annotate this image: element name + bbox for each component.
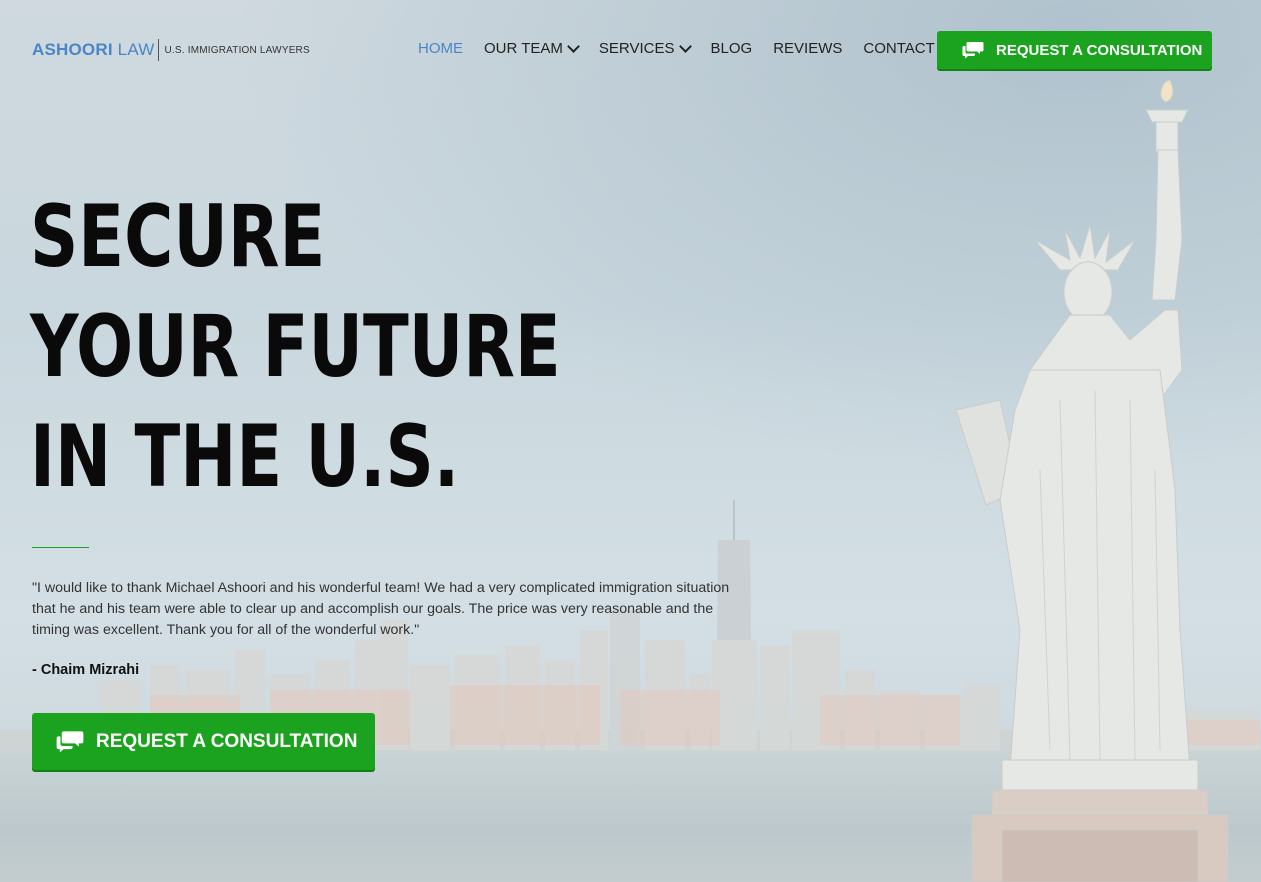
header-request-consultation-button[interactable]: REQUEST A CONSULTATION [937, 31, 1212, 69]
hero-cta-label: REQUEST A CONSULTATION [96, 730, 358, 752]
headline-line: IN THE U.S. [30, 407, 460, 507]
hero-headline: SECURE YOUR FUTURE IN THE U.S. [30, 182, 561, 512]
nav-item-label: CONTACT [863, 40, 935, 57]
chevron-down-icon [678, 40, 692, 53]
page: ASHOORI LAW U.S. IMMIGRATION LAWYERS HOM… [0, 0, 1261, 882]
logo-divider [158, 39, 160, 61]
nav-item-reviews[interactable]: REVIEWS [773, 40, 842, 57]
testimonial-author: - Chaim Mizrahi [32, 662, 140, 678]
testimonial-quote: "I would like to thank Michael Ashoori a… [32, 580, 730, 638]
nav-item-our-team[interactable]: OUR TEAM [484, 40, 580, 57]
chevron-down-icon [567, 40, 580, 53]
nav-item-home[interactable]: HOME [418, 40, 463, 57]
nav-item-label: SERVICES [598, 40, 675, 57]
nav-item-label: REVIEWS [773, 40, 843, 57]
nav-item-label: BLOG [710, 40, 753, 57]
chat-bubbles-icon [962, 41, 984, 59]
nav-item-contact[interactable]: CONTACT [863, 40, 934, 57]
nav-item-services[interactable]: SERVICES [598, 40, 692, 57]
chat-bubbles-icon [56, 730, 84, 753]
nav-item-blog[interactable]: BLOG [711, 40, 753, 57]
divider [32, 547, 89, 548]
hero-request-consultation-button[interactable]: REQUEST A CONSULTATION [32, 713, 375, 770]
header-cta-label: REQUEST A CONSULTATION [996, 41, 1203, 59]
statue-of-liberty-image [955, 79, 1229, 882]
nav-item-label: OUR TEAM [484, 40, 563, 57]
logo-tagline: U.S. IMMIGRATION LAWYERS [164, 44, 310, 56]
main-nav: HOME OUR TEAM SERVICES BLOG REVIEWS CONT… [418, 40, 956, 57]
headline-line: YOUR FUTURE [30, 297, 561, 397]
headline-line: SECURE [30, 187, 326, 287]
nav-item-label: HOME [418, 40, 463, 57]
logo-name: ASHOORI LAW [32, 40, 155, 59]
site-logo[interactable]: ASHOORI LAW U.S. IMMIGRATION LAWYERS [32, 38, 310, 62]
